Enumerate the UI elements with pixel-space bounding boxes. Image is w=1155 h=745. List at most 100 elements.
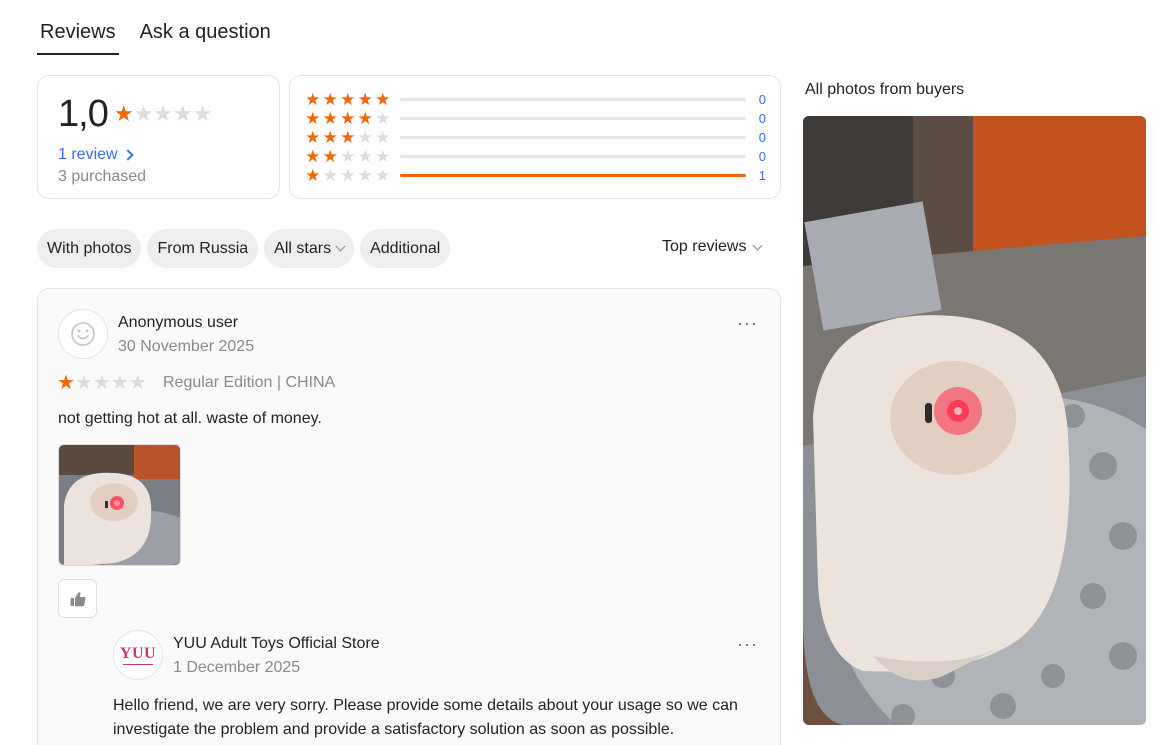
reply-date: 1 December 2025 [173,659,301,676]
like-button[interactable] [58,579,97,618]
star-empty-icon: ★ [153,101,174,126]
star-filled-icon: ★ [113,101,134,126]
product-photo-image [803,116,1146,725]
reviews-count-link[interactable]: 1 review [58,146,259,164]
star-empty-icon: ★ [375,166,391,185]
review-tabs: Reviews Ask a question [37,18,274,55]
filter-all-stars[interactable]: All stars [264,229,355,268]
rating-bar-fill [399,174,746,177]
rating-row-5-stars[interactable]: ★ ★ ★ ★ ★ 0 [304,90,766,109]
reply-text: Hello friend, we are very sorry. Please … [113,697,738,738]
rating-row-3-stars[interactable]: ★ ★ ★ ★ ★ 0 [304,128,766,147]
chevron-down-icon [753,240,763,250]
star-filled-icon: ★ [305,147,321,166]
star-empty-icon: ★ [192,101,213,126]
star-filled-icon: ★ [305,90,321,109]
product-photo-image [59,445,180,565]
star-empty-icon: ★ [375,109,391,128]
buyer-photos-title: All photos from buyers [805,81,965,98]
store-logo-underline [123,663,153,665]
star-empty-icon: ★ [74,372,93,394]
store-avatar: YUU [113,630,163,680]
rating-bar [399,117,746,120]
filter-additional[interactable]: Additional [360,229,451,268]
review-card: Anonymous user 30 November 2025 ··· ★ ★ ★ ★… [37,288,781,745]
review-text: not getting hot at all. waste of money. [58,410,322,427]
reviews-count-label: 1 review [58,146,118,163]
star-empty-icon: ★ [375,128,391,147]
reply-more-button[interactable]: ··· [737,634,758,655]
star-empty-icon: ★ [322,166,338,185]
star-filled-icon: ★ [322,109,338,128]
rating-row-stars: ★ ★ ★ ★ ★ [304,91,392,108]
rating-distribution: ★ ★ ★ ★ ★ 0 ★ ★ ★ ★ ★ 0 ★ ★ ★ ★ ★ 0 ★ ★ ★ ★ ★ 0 ★ ★ ★ ★ ★ 1 [289,75,781,199]
chevron-down-icon [335,241,346,252]
star-filled-icon: ★ [322,90,338,109]
rating-row-count: 0 [758,111,766,126]
store-logo: YUU [119,644,157,662]
rating-row-2-stars[interactable]: ★ ★ ★ ★ ★ 0 [304,147,766,166]
filter-from-russia-label: From Russia [157,239,249,257]
rating-bar [399,174,746,177]
average-rating: 1,0 [58,93,109,135]
star-filled-icon: ★ [305,128,321,147]
filter-with-photos-label: With photos [47,239,132,257]
rating-row-stars: ★ ★ ★ ★ ★ [304,129,392,146]
star-filled-icon: ★ [305,109,321,128]
rating-bar [399,136,746,139]
rating-row-1-stars[interactable]: ★ ★ ★ ★ ★ 1 [304,166,766,185]
filter-all-stars-label: All stars [274,239,332,257]
rating-summary: 1,0 ★ ★ ★ ★ ★ 1 review 3 purchased [37,75,280,199]
rating-row-count: 1 [758,168,766,183]
star-empty-icon: ★ [133,101,154,126]
sort-dropdown[interactable]: Top reviews [662,238,763,256]
star-filled-icon: ★ [340,128,356,147]
rating-row-stars: ★ ★ ★ ★ ★ [304,148,392,165]
star-empty-icon: ★ [357,128,373,147]
store-name: YUU Adult Toys Official Store [173,635,380,652]
chevron-right-icon [121,149,134,161]
buyer-photo[interactable] [803,116,1146,725]
star-empty-icon: ★ [173,101,193,126]
rating-row-stars: ★ ★ ★ ★ ★ [304,167,392,184]
star-filled-icon: ★ [357,90,373,109]
star-filled-icon: ★ [322,128,338,147]
tab-ask-question[interactable]: Ask a question [137,18,274,55]
star-filled-icon: ★ [375,90,391,109]
average-rating-stars: ★ ★ ★ ★ ★ [114,103,213,125]
rating-row-count: 0 [758,92,766,107]
review-date: 30 November 2025 [118,338,255,355]
review-stars: ★ ★ ★ ★ ★ [57,373,147,393]
review-filters: With photos From Russia All stars Additi… [37,229,451,268]
star-empty-icon: ★ [340,166,356,185]
star-filled-icon: ★ [340,90,356,109]
review-more-button[interactable]: ··· [737,313,758,334]
star-filled-icon: ★ [357,109,373,128]
tab-reviews[interactable]: Reviews [37,18,119,55]
star-filled-icon: ★ [322,147,338,166]
rating-row-stars: ★ ★ ★ ★ ★ [304,110,392,127]
sort-label: Top reviews [662,238,747,255]
purchased-count: 3 purchased [58,168,147,185]
star-filled-icon: ★ [57,372,75,394]
filter-with-photos[interactable]: With photos [37,229,142,268]
rating-row-count: 0 [758,149,766,164]
avatar [58,309,108,359]
star-filled-icon: ★ [340,109,356,128]
filter-additional-label: Additional [370,239,441,257]
rating-bar [399,98,746,101]
rating-row-count: 0 [758,130,766,145]
star-filled-icon: ★ [305,166,321,185]
review-variant: Regular Edition | CHINA [163,374,336,391]
star-empty-icon: ★ [375,147,391,166]
thumbs-up-icon [70,591,85,606]
filter-from-russia[interactable]: From Russia [147,229,259,268]
star-empty-icon: ★ [110,372,129,394]
rating-row-4-stars[interactable]: ★ ★ ★ ★ ★ 0 [304,109,766,128]
star-empty-icon: ★ [92,372,111,394]
rating-bar [399,155,746,158]
review-photo-thumbnail[interactable] [58,444,181,566]
star-empty-icon: ★ [357,166,373,185]
star-empty-icon: ★ [128,372,147,394]
review-author: Anonymous user [118,314,239,331]
